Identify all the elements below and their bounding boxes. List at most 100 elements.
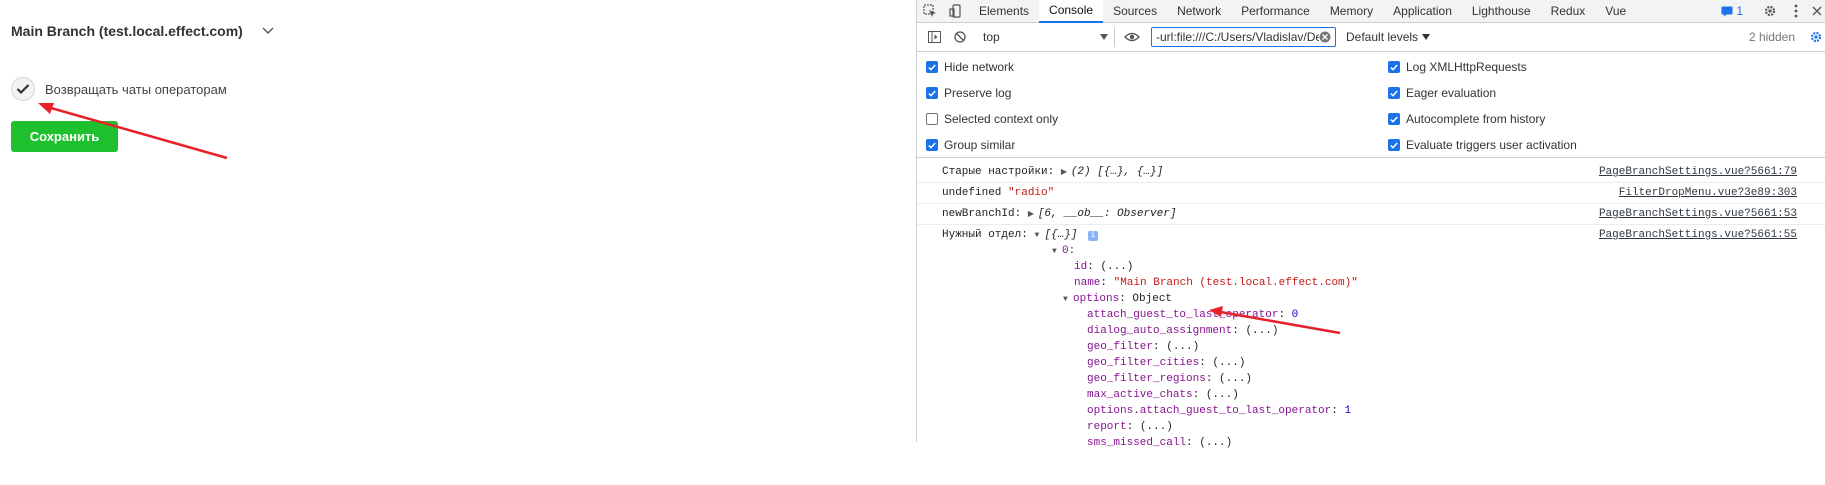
show-sidebar-icon[interactable]: [921, 26, 947, 48]
tree-key: max_active_chats: [1087, 389, 1193, 401]
filter-input[interactable]: -url:file:///C:/Users/Vladislav/Des: [1151, 27, 1336, 47]
console-toolbar: top -url:file:///C:/Users/Vladislav/Des …: [917, 23, 1825, 52]
setting-label: Selected context only: [944, 112, 1059, 126]
tree-value: (...): [1100, 261, 1134, 273]
setting-label: Autocomplete from history: [1406, 112, 1546, 126]
setting-preserve-log[interactable]: Preserve log: [926, 86, 1011, 100]
issues-counter[interactable]: 1: [1721, 4, 1743, 18]
annotation-arrow-left: [38, 103, 228, 160]
checkbox[interactable]: [926, 87, 938, 99]
tree-node-index[interactable]: ▼ 0:: [1052, 245, 1075, 257]
tab-network[interactable]: Network: [1167, 0, 1231, 22]
tree-value: (...): [1219, 373, 1253, 385]
setting-evaluate-triggers[interactable]: Evaluate triggers user activation: [1388, 138, 1577, 152]
context-select[interactable]: top: [977, 27, 1115, 47]
checkbox[interactable]: [1388, 113, 1400, 125]
chevron-down-icon[interactable]: [259, 22, 277, 40]
tree-node-option[interactable]: options.attach_guest_to_last_operator: 1: [1087, 405, 1351, 417]
checkbox[interactable]: [1388, 139, 1400, 151]
tree-node-option[interactable]: geo_filter: (...): [1087, 341, 1199, 353]
expand-triangle-icon[interactable]: ▶: [1028, 209, 1038, 219]
setting-hide-network[interactable]: Hide network: [926, 60, 1014, 74]
clear-console-icon[interactable]: [947, 26, 973, 48]
source-link[interactable]: PageBranchSettings.vue?5661:79: [1599, 166, 1797, 178]
setting-eager-evaluation[interactable]: Eager evaluation: [1388, 86, 1496, 100]
tree-key: report: [1087, 421, 1127, 433]
tab-memory[interactable]: Memory: [1320, 0, 1383, 22]
setting-autocomplete-history[interactable]: Autocomplete from history: [1388, 112, 1545, 126]
console-output: Старые настройки: ▶ (2) [{…}, {…}] PageBr…: [917, 162, 1825, 485]
tree-node-option[interactable]: geo_filter_regions: (...): [1087, 373, 1252, 385]
clear-filter-icon[interactable]: [1319, 31, 1331, 43]
tree-node-options[interactable]: ▼ options: Object: [1063, 293, 1172, 305]
tree-key: id: [1074, 261, 1088, 273]
tree-key: name: [1074, 277, 1101, 289]
setting-label: Eager evaluation: [1406, 86, 1497, 100]
tree-value: (...): [1212, 357, 1246, 369]
device-toolbar-icon[interactable]: [943, 0, 969, 22]
gear-icon[interactable]: [1757, 0, 1783, 22]
checkbox[interactable]: [926, 139, 938, 151]
message-icon: [1721, 6, 1733, 16]
tabbar-right: 1: [1721, 0, 1825, 22]
console-message: Старые настройки: ▶ (2) [{…}, {…}] PageBr…: [917, 162, 1825, 183]
message-value[interactable]: [6, __ob__: Observer]: [1038, 208, 1177, 220]
message-label: undefined: [942, 187, 1002, 199]
console-settings-gear-icon[interactable]: [1809, 30, 1823, 47]
console-message: undefined "radio" FilterDropMenu.vue?3e8…: [917, 183, 1825, 204]
collapse-triangle-icon[interactable]: ▼: [1034, 231, 1044, 240]
tab-redux[interactable]: Redux: [1541, 0, 1596, 22]
tab-lighthouse[interactable]: Lighthouse: [1462, 0, 1541, 22]
tree-value: "Main Branch (test.local.effect.com)": [1113, 277, 1358, 289]
message-value: "radio": [1008, 187, 1055, 199]
collapse-triangle-icon[interactable]: ▼: [1063, 295, 1073, 304]
setting-label: Hide network: [944, 60, 1015, 74]
tree-value: (...): [1139, 421, 1173, 433]
tab-application[interactable]: Application: [1383, 0, 1462, 22]
source-link[interactable]: FilterDropMenu.vue?3e89:303: [1619, 187, 1797, 199]
inspect-element-icon[interactable]: [917, 0, 943, 22]
tab-console[interactable]: Console: [1039, 0, 1104, 23]
checkbox[interactable]: [926, 61, 938, 73]
expand-triangle-icon[interactable]: ▶: [1061, 167, 1071, 177]
info-icon[interactable]: i: [1088, 231, 1099, 241]
setting-group-similar[interactable]: Group similar: [926, 138, 1015, 152]
context-value: top: [983, 30, 1000, 44]
close-icon[interactable]: [1809, 0, 1825, 22]
tree-node-option[interactable]: sms_missed_call: (...): [1087, 437, 1232, 449]
source-link[interactable]: PageBranchSettings.vue?5661:55: [1599, 229, 1797, 241]
checkbox[interactable]: [926, 113, 938, 125]
eye-icon[interactable]: [1119, 26, 1145, 48]
source-link[interactable]: PageBranchSettings.vue?5661:53: [1599, 208, 1797, 220]
caret-down-icon: [1100, 34, 1108, 40]
more-options-icon[interactable]: [1783, 0, 1809, 22]
tree-node-name[interactable]: name: "Main Branch (test.local.effect.co…: [1074, 277, 1358, 289]
filter-value: -url:file:///C:/Users/Vladislav/Des: [1156, 30, 1319, 44]
tree-node-id[interactable]: id: (...): [1074, 261, 1133, 273]
tree-node-option[interactable]: max_active_chats: (...): [1087, 389, 1239, 401]
tab-sources[interactable]: Sources: [1103, 0, 1167, 22]
tree-key: options.attach_guest_to_last_operator: [1087, 405, 1332, 417]
tree-value: (...): [1205, 389, 1239, 401]
tab-elements[interactable]: Elements: [969, 0, 1039, 22]
checkbox[interactable]: [1388, 61, 1400, 73]
levels-dropdown[interactable]: Default levels: [1346, 30, 1431, 44]
tab-performance[interactable]: Performance: [1231, 0, 1320, 22]
setting-log-xhr[interactable]: Log XMLHttpRequests: [1388, 60, 1527, 74]
message-value[interactable]: [{…}]: [1044, 229, 1077, 241]
tab-vue[interactable]: Vue: [1595, 0, 1636, 22]
message-value[interactable]: (2) [{…}, {…}]: [1071, 166, 1163, 178]
levels-label: Default levels: [1346, 30, 1419, 44]
tree-value: (...): [1199, 437, 1233, 449]
devtools-tabbar: Elements Console Sources Network Perform…: [917, 0, 1825, 23]
setting-selected-context-only[interactable]: Selected context only: [926, 112, 1058, 126]
message-label: Старые настройки:: [942, 166, 1055, 178]
tree-node-option[interactable]: report: (...): [1087, 421, 1173, 433]
tree-node-option[interactable]: geo_filter_cities: (...): [1087, 357, 1245, 369]
message-text: Нужный отдел: ▼ [{…}] i: [942, 229, 1099, 241]
collapse-triangle-icon[interactable]: ▼: [1052, 247, 1062, 256]
devtools-panel: Elements Console Sources Network Perform…: [916, 0, 1825, 449]
message-label: newBranchId:: [942, 208, 1022, 220]
checkbox[interactable]: [1388, 87, 1400, 99]
setting-label: Log XMLHttpRequests: [1406, 60, 1527, 74]
